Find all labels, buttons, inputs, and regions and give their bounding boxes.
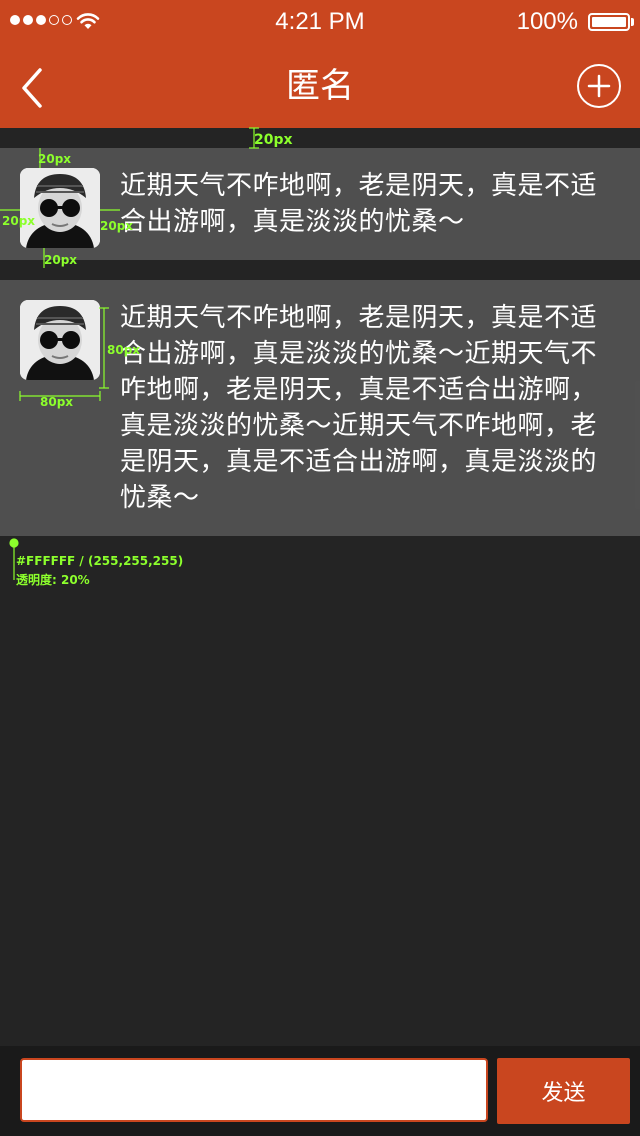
color-annotation: #FFFFFF / (255,255,255) bbox=[16, 554, 184, 568]
post-card[interactable]: 近期天气不咋地啊，老是阴天，真是不适合出游啊，真是淡淡的忧桑～近期天气不咋地啊，… bbox=[0, 280, 640, 536]
add-post-button[interactable] bbox=[577, 64, 621, 108]
battery-icon bbox=[588, 13, 630, 31]
spacing-annotation: 20px bbox=[100, 219, 134, 233]
composer-bar: 发送 bbox=[0, 1046, 640, 1136]
send-button[interactable]: 发送 bbox=[497, 1058, 630, 1124]
avatar bbox=[20, 168, 100, 248]
spacing-annotation: 20px bbox=[2, 214, 36, 228]
nav-bar: 匿名 bbox=[0, 44, 640, 128]
size-annotation: 80px bbox=[40, 395, 74, 409]
page-title: 匿名 bbox=[286, 66, 354, 106]
size-annotation: 80px bbox=[107, 343, 141, 357]
avatar bbox=[20, 300, 100, 380]
avatar-image bbox=[20, 300, 100, 380]
post-text: 近期天气不咋地啊，老是阴天，真是不适合出游啊，真是淡淡的忧桑～ bbox=[120, 171, 598, 237]
feed-gap bbox=[0, 128, 640, 148]
feed-gap bbox=[0, 260, 640, 280]
spacing-annotation: 20px bbox=[38, 152, 72, 166]
post-text: 近期天气不咋地啊，老是阴天，真是不适合出游啊，真是淡淡的忧桑～近期天气不咋地啊，… bbox=[120, 303, 598, 513]
opacity-annotation: 透明度: 20% bbox=[16, 573, 90, 587]
status-bar: 4:21 PM 100% bbox=[0, 0, 640, 44]
avatar-image bbox=[20, 168, 100, 248]
message-input[interactable] bbox=[20, 1058, 488, 1122]
battery-percent: 100% bbox=[516, 8, 578, 35]
post-card[interactable]: 近期天气不咋地啊，老是阴天，真是不适合出游啊，真是淡淡的忧桑～ bbox=[0, 148, 640, 260]
spacing-annotation: 20px bbox=[44, 253, 78, 267]
plus-circle-icon bbox=[587, 74, 611, 98]
battery-tip bbox=[631, 18, 634, 26]
spacing-annotation: 20px bbox=[254, 132, 293, 148]
feed-list: 近期天气不咋地啊，老是阴天，真是不适合出游啊，真是淡淡的忧桑～ 近期天气不咋地啊… bbox=[0, 128, 640, 536]
